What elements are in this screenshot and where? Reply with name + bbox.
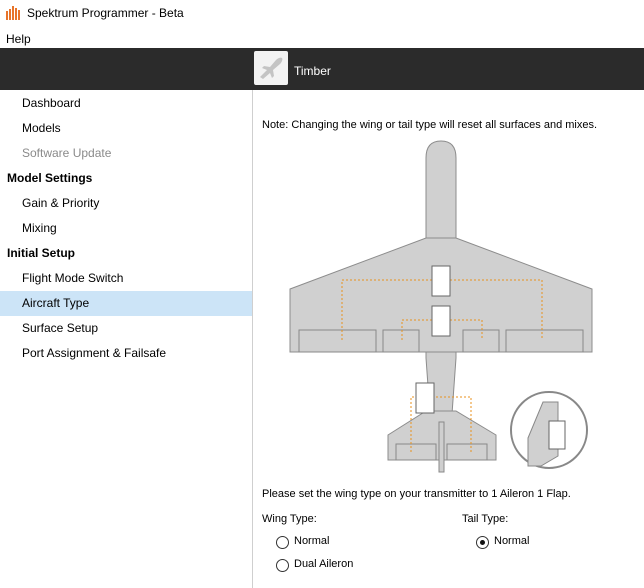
aircraft-diagram xyxy=(289,140,593,473)
tail-type-normal-radio[interactable]: Normal xyxy=(476,535,596,551)
app-logo-icon xyxy=(6,6,20,20)
elevator-servo xyxy=(415,382,435,414)
wing-type-dual-aileron-radio[interactable]: Dual Aileron xyxy=(276,558,416,574)
title-bar: Spektrum Programmer - Beta xyxy=(0,0,644,28)
sidebar-item-models[interactable]: Models xyxy=(0,116,252,141)
model-bar: Timber xyxy=(0,48,644,90)
menu-bar: Help xyxy=(0,28,644,48)
window-title: Spektrum Programmer - Beta xyxy=(27,6,184,20)
left-flap-surface xyxy=(382,329,420,353)
model-name: Timber xyxy=(294,64,331,78)
radio-unchecked-icon xyxy=(276,536,289,549)
reset-note: Note: Changing the wing or tail type wil… xyxy=(262,119,598,131)
airplane-icon xyxy=(260,57,283,79)
flap-servo xyxy=(431,305,451,337)
sidebar: Dashboard Models Software Update Model S… xyxy=(0,90,253,588)
sidebar-item-dashboard[interactable]: Dashboard xyxy=(0,91,252,116)
wing-type-dual-aileron-label: Dual Aileron xyxy=(294,558,354,570)
right-elevator-surface xyxy=(446,443,488,461)
radio-unchecked-icon xyxy=(276,559,289,572)
sidebar-item-port-assignment-failsafe[interactable]: Port Assignment & Failsafe xyxy=(0,341,252,366)
wing-type-label: Wing Type: xyxy=(262,513,317,525)
sidebar-item-software-update: Software Update xyxy=(22,146,112,160)
right-aileron-surface xyxy=(505,329,584,353)
aileron-servo xyxy=(431,265,451,297)
sidebar-header-model-settings: Model Settings xyxy=(7,171,93,185)
sidebar-item-flight-mode-switch[interactable]: Flight Mode Switch xyxy=(0,266,252,291)
model-thumbnail[interactable] xyxy=(254,51,288,85)
tail-detail-inset xyxy=(510,391,588,469)
tail-type-label: Tail Type: xyxy=(462,513,509,525)
wing-type-normal-radio[interactable]: Normal xyxy=(276,535,396,551)
sidebar-item-surface-setup[interactable]: Surface Setup xyxy=(0,316,252,341)
radio-checked-icon xyxy=(476,536,489,549)
menu-help[interactable]: Help xyxy=(6,32,31,46)
left-aileron-surface xyxy=(298,329,377,353)
rudder-servo-inset xyxy=(548,420,566,450)
sidebar-item-gain-priority[interactable]: Gain & Priority xyxy=(0,191,252,216)
right-flap-surface xyxy=(462,329,500,353)
sidebar-header-initial-setup: Initial Setup xyxy=(7,246,76,260)
tail-type-normal-label: Normal xyxy=(494,535,530,547)
rudder-surface xyxy=(438,421,445,473)
wing-type-normal-label: Normal xyxy=(294,535,330,547)
sidebar-item-aircraft-type[interactable]: Aircraft Type xyxy=(0,291,252,316)
left-elevator-surface xyxy=(395,443,437,461)
sidebar-item-mixing[interactable]: Mixing xyxy=(0,216,252,241)
aircraft-type-panel: Note: Changing the wing or tail type wil… xyxy=(253,90,644,588)
wing-type-instruction: Please set the wing type on your transmi… xyxy=(262,488,571,500)
